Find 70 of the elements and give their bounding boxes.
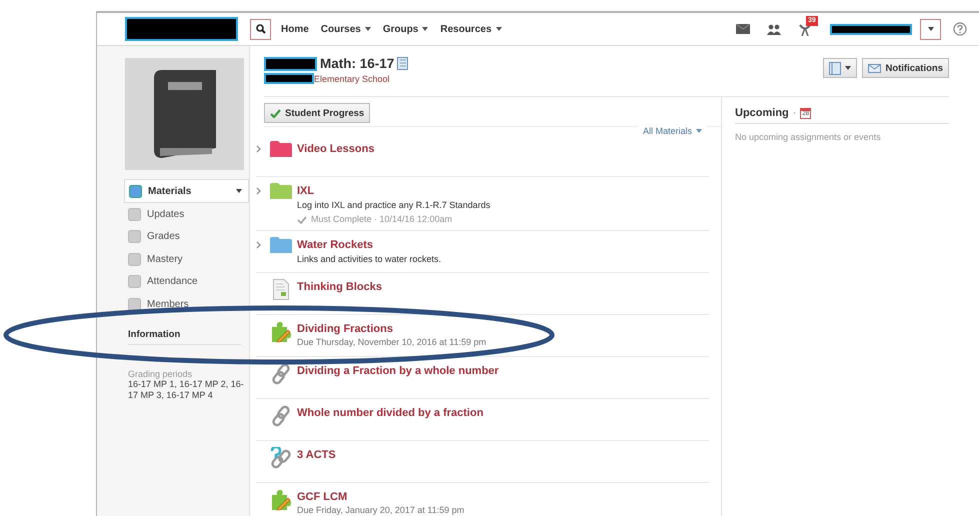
school-link[interactable]: Elementary School [314, 74, 390, 84]
material-title-link[interactable]: Whole number divided by a fraction [297, 407, 484, 420]
caret-icon [845, 66, 852, 70]
material-title-link[interactable]: GCF LCM [297, 491, 464, 504]
redacted-block [264, 73, 314, 84]
field-value: 16-17 MP 1, 16-17 MP 2, 16-17 MP 3, 16-17 MP 4 [128, 379, 245, 402]
check-icon [270, 108, 281, 118]
puzzle-pencil-icon [270, 321, 292, 343]
student-progress-button[interactable]: Student Progress [264, 103, 370, 123]
envelope-icon [868, 64, 882, 72]
expand-chevron-icon[interactable] [256, 145, 261, 153]
due-date: Due Thursday, November 10, 2016 at 11:59 pm [297, 337, 486, 348]
caret-icon [696, 128, 702, 132]
document-icon [272, 279, 288, 300]
help-icon[interactable] [953, 22, 967, 36]
upcoming-heading: Upcoming [735, 107, 789, 119]
materials-filter-dropdown[interactable]: All Materials [638, 126, 707, 135]
question-link-icon [270, 447, 292, 469]
square-icon [128, 252, 141, 266]
account-menu-button[interactable] [920, 18, 941, 40]
due-date: Due Friday, January 20, 2017 at 11:59 pm [297, 505, 464, 516]
sidebar-item[interactable]: Grades [124, 226, 249, 248]
notifications-button[interactable]: Notifications [862, 58, 949, 78]
material-description: Log into IXL and practice any R.1-R.7 Standards [297, 200, 490, 211]
chain-link-icon [270, 405, 290, 427]
nav-link[interactable]: Groups [382, 24, 428, 34]
nav-link[interactable]: Home [281, 24, 309, 34]
field-label: Grading periods [128, 369, 194, 380]
search-icon [256, 24, 266, 34]
material-title-link[interactable]: 3 ACTS [297, 449, 336, 462]
square-icon [129, 184, 142, 198]
antenna-icon[interactable] [798, 22, 812, 36]
material-description: Links and activities to water rockets. [297, 254, 442, 265]
square-icon [128, 298, 141, 311]
caret-icon [236, 189, 242, 194]
separator-dot: · [792, 107, 796, 119]
section-heading: Information [128, 329, 241, 346]
sidebar-item[interactable]: Materials [124, 179, 249, 204]
material-title-link[interactable]: Dividing Fractions [297, 323, 486, 336]
nav-link[interactable]: Courses [320, 24, 371, 34]
material-title-link[interactable]: Video Lessons [297, 143, 374, 156]
redacted-block [264, 56, 317, 70]
sidebar-item[interactable]: Updates [124, 203, 249, 226]
book-icon [152, 68, 218, 160]
course-title: Math: 16-17 [320, 56, 394, 71]
material-title-link[interactable]: Dividing a Fraction by a whole number [297, 365, 499, 378]
view-menu-button[interactable] [823, 58, 858, 78]
square-icon [128, 275, 141, 288]
expand-chevron-icon[interactable] [256, 241, 261, 249]
completion-requirement: Must Complete · 10/14/16 12:00am [311, 214, 452, 225]
sidebar-item[interactable]: Mastery [124, 248, 249, 271]
notebook-icon[interactable] [397, 57, 408, 70]
square-icon [128, 230, 141, 244]
nav-link[interactable]: Resources [440, 24, 502, 34]
empty-message: No upcoming assignments or events [735, 132, 882, 142]
material-title-link[interactable]: Thinking Blocks [297, 281, 382, 294]
check-icon [297, 216, 307, 224]
square-icon [128, 208, 141, 222]
puzzle-pencil-icon [270, 489, 292, 511]
material-title-link[interactable]: Water Rockets [297, 239, 442, 252]
mail-icon[interactable] [736, 24, 750, 34]
sidebar-item[interactable]: Members [124, 292, 249, 316]
sidebar-item[interactable]: Attendance [124, 270, 249, 293]
chain-link-icon [270, 363, 290, 385]
expand-chevron-icon[interactable] [256, 187, 261, 195]
notebook-icon [829, 62, 842, 74]
people-icon[interactable] [767, 24, 781, 34]
material-title-link[interactable]: IXL [297, 185, 490, 198]
caret-icon [928, 27, 934, 31]
search-button[interactable] [250, 18, 271, 40]
